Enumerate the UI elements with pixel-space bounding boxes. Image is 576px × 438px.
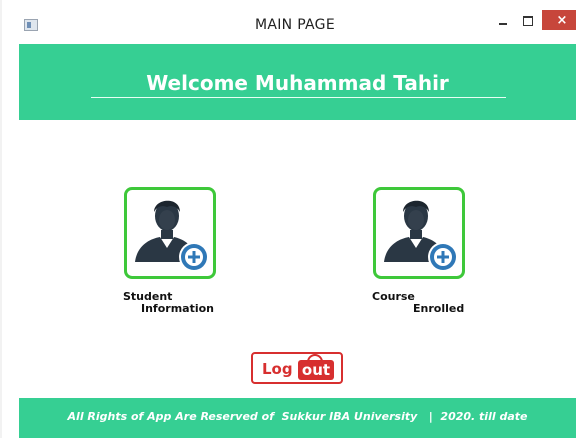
course-enrolled-button[interactable] xyxy=(373,187,465,279)
logout-button[interactable]: Log out xyxy=(251,352,343,384)
logout-label-out: out xyxy=(298,354,334,380)
close-icon: × xyxy=(556,12,568,28)
logout-label-log: Log xyxy=(262,360,293,378)
title-bar[interactable]: MAIN PAGE × xyxy=(14,10,576,44)
close-button[interactable]: × xyxy=(542,10,576,30)
student-caption-line2: Information xyxy=(141,302,214,315)
window-edge xyxy=(0,0,2,438)
maximize-button[interactable] xyxy=(516,10,540,32)
welcome-underline xyxy=(91,97,506,98)
user-add-icon xyxy=(384,200,458,272)
course-caption-line1: Course xyxy=(372,290,415,303)
welcome-header: Welcome Muhammad Tahir xyxy=(19,44,576,120)
maximize-icon xyxy=(523,16,533,26)
minimize-button[interactable] xyxy=(491,10,515,32)
footer-copyright: All Rights of App Are Reserved of Sukkur… xyxy=(67,410,528,423)
welcome-title: Welcome Muhammad Tahir xyxy=(146,71,449,95)
user-add-icon xyxy=(135,200,209,272)
student-information-button[interactable] xyxy=(124,187,216,279)
minimize-icon xyxy=(499,23,507,25)
course-caption-line2: Enrolled xyxy=(413,302,465,315)
main-window: MAIN PAGE × Welcome Muhammad Tahir Stude… xyxy=(0,0,576,438)
footer-bar: All Rights of App Are Reserved of Sukkur… xyxy=(19,398,576,438)
